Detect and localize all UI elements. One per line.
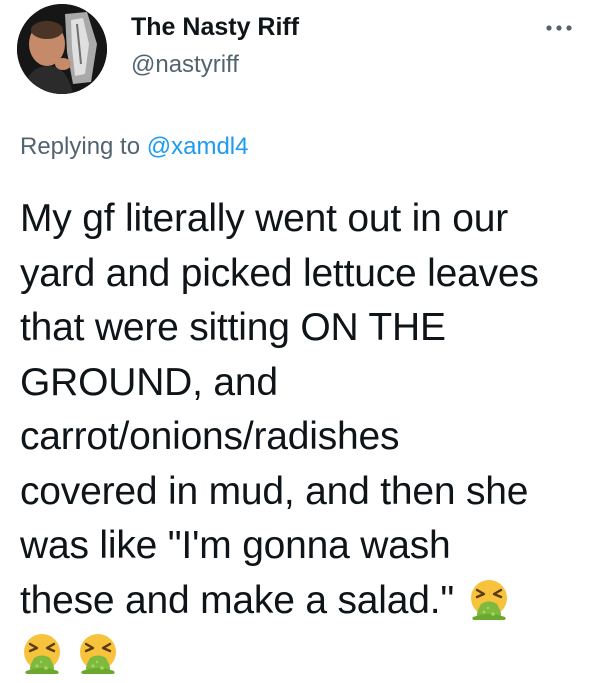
- tweet-line: My gf literally went out in our: [20, 197, 509, 240]
- handle[interactable]: @nastyriff: [131, 50, 299, 80]
- tweet-text: My gf literally went out in our yard and…: [20, 192, 585, 683]
- tweet: The Nasty Riff @nastyriff Replying to @x…: [0, 0, 599, 675]
- tweet-line-with-emoji: these and make a salad.": [20, 574, 585, 629]
- tweet-line: carrot/onions/radishes: [20, 415, 400, 458]
- tweet-author: The Nasty Riff @nastyriff: [131, 12, 299, 80]
- face-vomiting-icon: [467, 577, 511, 621]
- tweet-line: that were sitting ON THE: [20, 306, 446, 349]
- face-vomiting-icon: [20, 631, 64, 675]
- tweet-line: these and make a salad.": [20, 578, 454, 622]
- face-vomiting-icon: [76, 631, 120, 675]
- tweet-line: GROUND, and: [20, 360, 278, 404]
- avatar[interactable]: [17, 4, 107, 94]
- tweet-line: was like "I'm gonna wash: [20, 524, 451, 567]
- tweet-line: yard and picked lettuce leaves: [20, 251, 539, 295]
- emoji-line: [20, 628, 585, 683]
- replying-to: Replying to @xamdl4: [20, 132, 248, 162]
- reply-to-link[interactable]: @xamdl4: [147, 133, 249, 160]
- avatar-photo: [17, 4, 107, 94]
- replying-to-label: Replying to: [20, 133, 141, 160]
- display-name[interactable]: The Nasty Riff: [131, 12, 299, 42]
- more-options-button[interactable]: [541, 18, 577, 38]
- tweet-line: covered in mud, and then she: [20, 469, 529, 513]
- more-icon: [546, 25, 572, 31]
